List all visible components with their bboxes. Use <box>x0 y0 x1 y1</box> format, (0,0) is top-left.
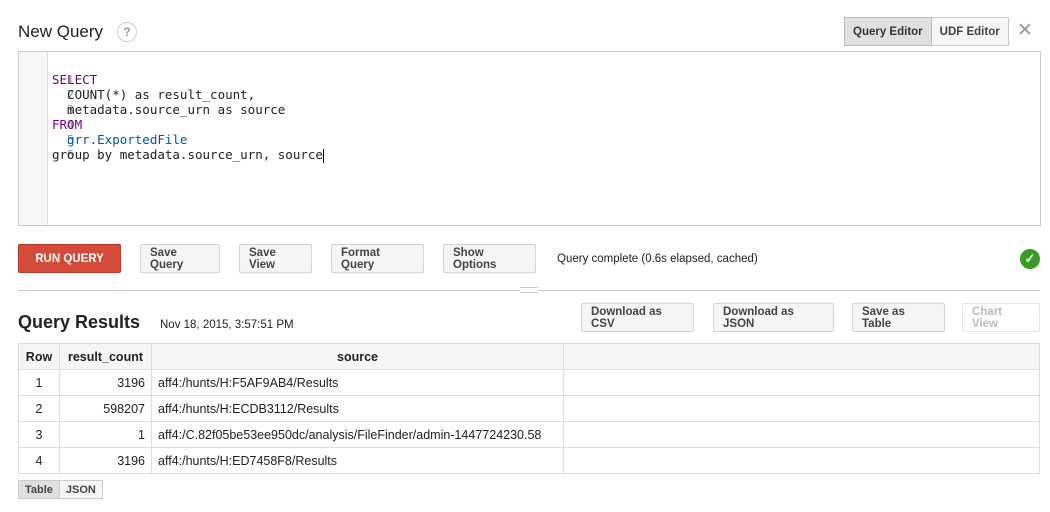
results-table: Row result_count source 1 3196 aff4:/hun… <box>18 343 1040 474</box>
editor-tabs: Query Editor UDF Editor <box>844 17 1009 46</box>
row-number-cell: 2 <box>18 395 60 422</box>
format-query-button[interactable]: Format Query <box>331 244 424 273</box>
code-line: 6 group by metadata.source_urn, source <box>19 132 1040 163</box>
source-cell: aff4:/C.82f05be53ee950dc/analysis/FileFi… <box>151 421 564 448</box>
column-header-row: Row <box>18 343 60 370</box>
show-options-button[interactable]: Show Options <box>443 244 536 273</box>
save-as-table-button[interactable]: Save as Table <box>852 303 945 332</box>
query-header: New Query ? <box>18 20 138 44</box>
tab-json[interactable]: JSON <box>59 480 103 499</box>
empty-cell <box>563 447 1040 474</box>
result-view-tabs: Table JSON <box>18 480 103 499</box>
run-query-button[interactable]: RUN QUERY <box>18 244 121 273</box>
row-number-cell: 4 <box>18 447 60 474</box>
query-editor[interactable]: 1 SELECT 2 COUNT(*) as result_count, 3 me… <box>18 51 1041 226</box>
results-timestamp: Nov 18, 2015, 3:57:51 PM <box>160 319 294 331</box>
chart-view-button: Chart View <box>962 303 1040 332</box>
tab-table[interactable]: Table <box>18 480 60 499</box>
result-count-cell: 3196 <box>59 447 152 474</box>
close-icon[interactable]: ✕ <box>1015 20 1035 42</box>
code-line: 3 metadata.source_urn as source <box>19 87 1040 117</box>
table-row: 4 3196 aff4:/hunts/H:ED7458F8/Results <box>18 447 1040 474</box>
table-row: 3 1 aff4:/C.82f05be53ee950dc/analysis/Fi… <box>18 421 1040 448</box>
row-number-cell: 3 <box>18 421 60 448</box>
column-header-empty <box>563 343 1040 370</box>
help-icon[interactable]: ? <box>117 22 138 42</box>
code-line: 5 grr.ExportedFile <box>19 117 1040 147</box>
empty-cell <box>563 421 1040 448</box>
code-line: 4 FROM <box>19 102 1040 132</box>
code-text-content: group by metadata.source_urn, source <box>52 147 323 162</box>
download-json-button[interactable]: Download as JSON <box>713 303 834 332</box>
text-cursor <box>322 148 324 163</box>
page-title: New Query <box>18 22 104 41</box>
empty-cell <box>563 369 1040 396</box>
empty-cell <box>563 395 1040 422</box>
code-line: 2 COUNT(*) as result_count, <box>19 72 1040 102</box>
source-cell: aff4:/hunts/H:ECDB3112/Results <box>151 395 564 422</box>
code-text: group by metadata.source_urn, source <box>52 147 324 163</box>
save-view-button[interactable]: Save View <box>239 244 312 273</box>
download-csv-button[interactable]: Download as CSV <box>581 303 694 332</box>
tab-query-editor[interactable]: Query Editor <box>844 17 932 46</box>
results-title: Query Results <box>18 312 141 332</box>
table-header-row: Row result_count source <box>18 343 1040 370</box>
column-header-source: source <box>151 343 564 370</box>
tab-udf-editor[interactable]: UDF Editor <box>931 17 1009 46</box>
source-cell: aff4:/hunts/H:ED7458F8/Results <box>151 447 564 474</box>
query-status: Query complete (0.6s elapsed, cached) <box>557 252 758 265</box>
check-icon: ✓ <box>1020 249 1040 269</box>
row-number-cell: 1 <box>18 369 60 396</box>
resize-handle[interactable] <box>520 287 538 293</box>
table-row: 1 3196 aff4:/hunts/H:F5AF9AB4/Results <box>18 369 1040 396</box>
query-toolbar: RUN QUERY Save Query Save View Format Qu… <box>18 244 758 273</box>
result-count-cell: 3196 <box>59 369 152 396</box>
code-line: 1 SELECT <box>19 57 1040 87</box>
source-cell: aff4:/hunts/H:F5AF9AB4/Results <box>151 369 564 396</box>
save-query-button[interactable]: Save Query <box>140 244 220 273</box>
result-count-cell: 598207 <box>59 395 152 422</box>
result-count-cell: 1 <box>59 421 152 448</box>
table-row: 2 598207 aff4:/hunts/H:ECDB3112/Results <box>18 395 1040 422</box>
column-header-result-count: result_count <box>59 343 152 370</box>
